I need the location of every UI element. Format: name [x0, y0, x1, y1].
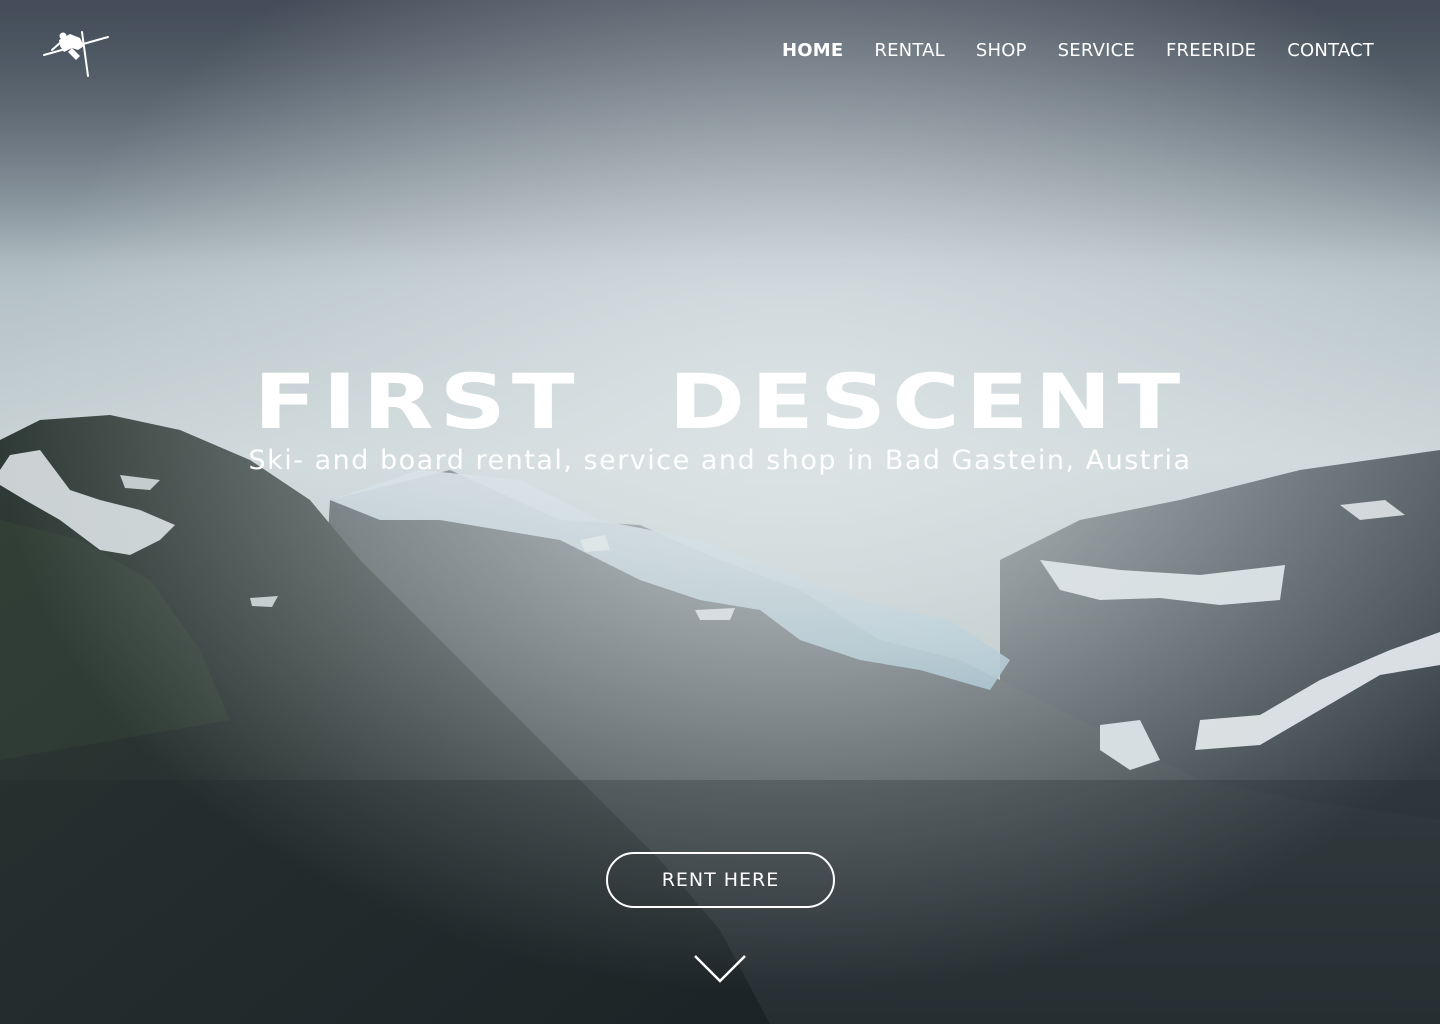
nav-item-contact[interactable]: CONTACT: [1287, 38, 1374, 64]
nav-item-shop[interactable]: SHOP: [976, 38, 1027, 64]
hero-title: FIRST DESCENT: [253, 357, 1187, 446]
rent-here-button[interactable]: RENT HERE: [606, 852, 835, 908]
main-nav: HOME RENTAL SHOP SERVICE FREERIDE CONTAC…: [782, 38, 1374, 64]
nav-item-rental[interactable]: RENTAL: [874, 38, 944, 64]
hero-subtitle: Ski- and board rental, service and shop …: [248, 445, 1192, 476]
skier-jump-icon[interactable]: [42, 24, 110, 78]
hero-section: HOME RENTAL SHOP SERVICE FREERIDE CONTAC…: [0, 0, 1440, 1024]
nav-item-service[interactable]: SERVICE: [1058, 38, 1135, 64]
chevron-down-icon[interactable]: [692, 952, 748, 986]
nav-item-freeride[interactable]: FREERIDE: [1166, 38, 1256, 64]
nav-item-home[interactable]: HOME: [782, 38, 843, 64]
